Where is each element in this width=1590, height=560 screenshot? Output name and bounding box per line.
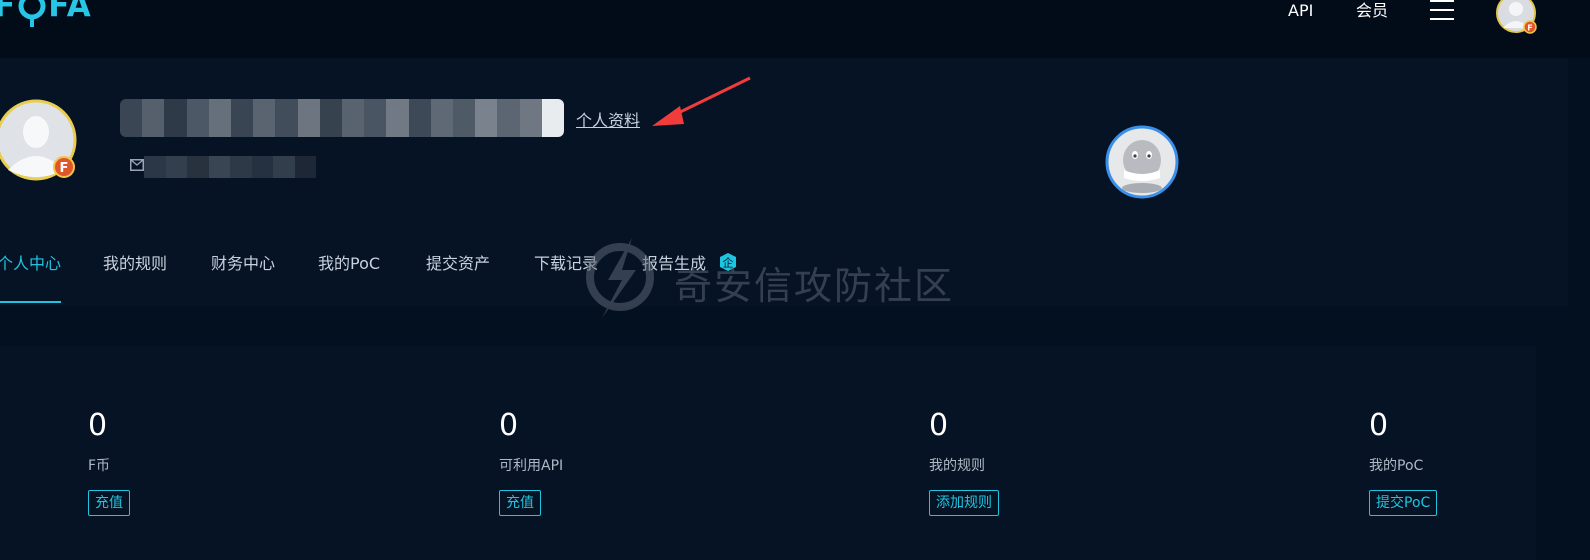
nav-api[interactable]: API [1288,0,1313,22]
qq-avatar-icon[interactable] [1104,124,1180,200]
fofa-o-icon [18,0,46,27]
stat-value: 0 [499,408,519,443]
stat-label: 我的PoC [1369,458,1424,474]
recharge-coin-button[interactable]: 充值 [88,490,130,516]
tab-finance[interactable]: 财务中心 [211,253,275,275]
active-tab-indicator [0,301,61,303]
mail-icon [130,159,144,171]
stat-value: 0 [1369,408,1389,443]
stats-panel: 0 F币 充值 0 可利用API 充值 0 我的规则 添加规则 0 我的PoC … [0,346,1536,560]
stat-label: 可利用API [499,458,564,474]
stat-f-coin: 0 F币 充值 [88,408,130,516]
tab-submit-assets[interactable]: 提交资产 [426,253,490,275]
stat-value: 0 [88,408,108,443]
stat-my-poc: 0 我的PoC 提交PoC [1369,408,1438,516]
svg-text:F: F [1527,24,1532,33]
submit-poc-button[interactable]: 提交PoC [1369,490,1438,516]
add-rule-button[interactable]: 添加规则 [929,490,999,516]
stat-value: 0 [929,408,949,443]
username-redacted [120,99,564,137]
enterprise-badge-icon: 企 [720,253,736,271]
stat-label: 我的规则 [929,458,985,474]
fofa-logo[interactable]: F FA [0,0,92,28]
stat-available-api: 0 可利用API 充值 [499,408,563,516]
tab-my-poc[interactable]: 我的PoC [318,253,380,275]
user-avatar-icon[interactable]: F [1495,0,1537,34]
tab-personal-center[interactable]: 个人中心 [0,253,61,275]
profile-settings-link[interactable]: 个人资料 [576,110,640,132]
red-arrow-annotation [652,76,751,126]
svg-text:F: F [60,161,69,176]
recharge-api-button[interactable]: 充值 [499,490,541,516]
profile-avatar: F [0,99,77,181]
email-redacted [144,156,316,178]
nav-membership[interactable]: 会员 [1356,0,1388,22]
tab-report-generation[interactable]: 报告生成 [642,253,706,275]
stat-my-rules: 0 我的规则 添加规则 [929,408,999,516]
tab-my-rules[interactable]: 我的规则 [103,253,167,275]
tab-download-records[interactable]: 下载记录 [534,253,598,275]
top-navbar: F FA API 会员 F [0,0,1590,58]
hamburger-icon[interactable] [1430,0,1454,22]
stat-label: F币 [88,458,111,474]
svg-text:企: 企 [723,256,734,270]
